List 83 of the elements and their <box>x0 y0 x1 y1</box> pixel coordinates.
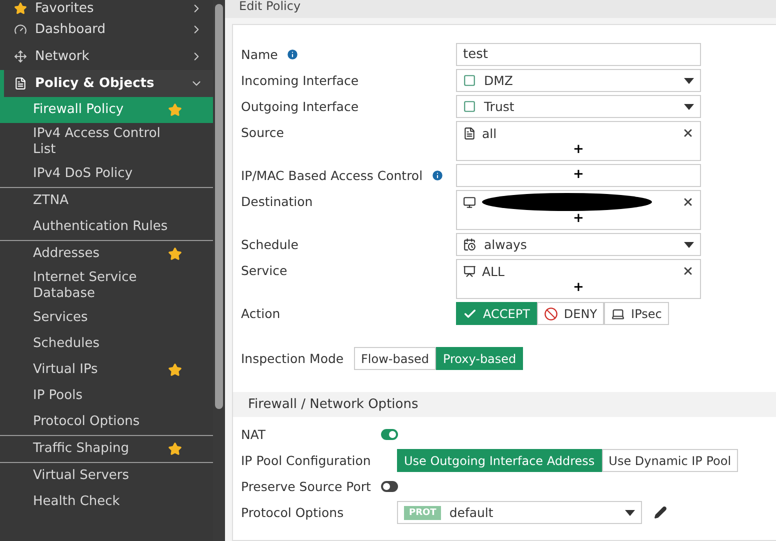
close-icon[interactable] <box>682 127 694 139</box>
field-label: Inspection Mode <box>241 351 344 366</box>
nav-subitem[interactable]: Firewall Policy <box>0 97 213 123</box>
laptop-icon <box>611 306 626 320</box>
star-icon <box>168 103 182 117</box>
page-title: Edit Policy <box>225 0 776 18</box>
select-field[interactable]: Trust <box>456 95 701 118</box>
field-label: Protocol Options <box>241 505 344 520</box>
field-label: Outgoing Interface <box>241 99 359 114</box>
option-button[interactable]: Use Outgoing Interface Address <box>397 449 602 472</box>
select-field[interactable]: PROT default <box>397 501 642 524</box>
nav-subitem[interactable]: Schedules <box>0 331 213 357</box>
info-icon <box>430 169 444 182</box>
option-button[interactable]: DENY <box>536 302 604 325</box>
option-button[interactable]: ACCEPT <box>456 302 537 325</box>
close-icon[interactable] <box>682 196 694 208</box>
nav-subitem[interactable]: Services <box>0 305 213 331</box>
nav-subitem[interactable]: Addresses <box>0 241 213 267</box>
name-input[interactable]: test <box>456 43 701 66</box>
multi-select-field[interactable]: + <box>456 190 701 230</box>
nav-item[interactable]: Policy & Objects <box>0 70 213 97</box>
nav-subitem[interactable]: IPv4 Access Control List <box>0 123 213 161</box>
address-icon <box>463 126 476 140</box>
nav-subitem[interactable]: Authentication Rules <box>0 214 213 240</box>
info-icon <box>286 48 299 61</box>
field-label: Action <box>241 306 280 321</box>
monitor-icon <box>463 196 476 208</box>
nav-subitem[interactable]: ZTNA <box>0 188 213 214</box>
field-label: Source <box>241 125 284 140</box>
select-field[interactable]: DMZ <box>456 69 701 92</box>
add-button[interactable]: + <box>569 167 588 183</box>
ban-icon <box>544 306 558 320</box>
nav-subitem[interactable]: Traffic Shaping <box>0 436 213 462</box>
option-button[interactable]: Flow-based <box>354 347 436 370</box>
edit-icon[interactable] <box>654 506 667 519</box>
caret-icon <box>625 510 635 516</box>
star-icon <box>168 442 182 456</box>
toggle-switch[interactable] <box>381 429 398 440</box>
gauge-icon <box>14 23 27 36</box>
add-button[interactable]: + <box>569 142 588 158</box>
service-icon <box>463 264 476 278</box>
multi-select-field[interactable]: + <box>456 164 701 187</box>
document-icon <box>14 77 27 90</box>
option-button[interactable]: Use Dynamic IP Pool <box>602 449 738 472</box>
field-label: Destination <box>241 194 313 209</box>
nav-subitem[interactable]: Protocol Options <box>0 409 213 435</box>
field-label: Incoming Interface <box>241 73 359 88</box>
calendar-clock-icon <box>463 238 476 251</box>
field-label: Preserve Source Port <box>241 479 371 494</box>
move-arrows-icon <box>14 50 27 63</box>
option-button[interactable]: Proxy-based <box>436 347 524 370</box>
nav-subitem[interactable]: Virtual IPs <box>0 357 213 383</box>
toggle-switch[interactable] <box>381 481 398 492</box>
star-icon <box>168 247 182 261</box>
nav-subitem[interactable]: Virtual Servers <box>0 463 213 489</box>
nav-subitem[interactable]: Health Check <box>0 489 213 515</box>
caret-icon <box>684 78 694 84</box>
field-label: Service <box>241 263 288 278</box>
add-button[interactable]: + <box>569 280 588 296</box>
multi-select-field[interactable]: all + <box>456 121 701 161</box>
prot-badge: PROT <box>404 506 442 520</box>
nav-subitem[interactable]: Internet Service Database <box>0 267 213 305</box>
caret-icon <box>684 242 694 248</box>
check-icon <box>463 306 477 320</box>
star-icon <box>168 363 182 377</box>
nav-subitem[interactable]: IPv4 DoS Policy <box>0 161 213 187</box>
caret-icon <box>684 104 694 110</box>
interface-icon <box>463 100 476 113</box>
field-label: Name <box>241 47 278 62</box>
field-label: Schedule <box>241 237 298 252</box>
field-label: NAT <box>241 427 266 442</box>
section-header: Firewall / Network Options <box>233 392 776 417</box>
multi-select-field[interactable]: ALL + <box>456 259 701 299</box>
option-button[interactable]: IPsec <box>604 302 669 325</box>
add-button[interactable]: + <box>569 211 588 227</box>
star-icon <box>14 2 27 14</box>
nav-subitem[interactable]: IP Pools <box>0 383 213 409</box>
field-label: IP Pool Configuration <box>241 453 371 468</box>
field-label: IP/MAC Based Access Control <box>241 168 423 183</box>
scrollbar-thumb[interactable] <box>215 4 223 409</box>
select-field[interactable]: always <box>456 233 701 256</box>
close-icon[interactable] <box>682 265 694 277</box>
interface-icon <box>463 74 476 87</box>
